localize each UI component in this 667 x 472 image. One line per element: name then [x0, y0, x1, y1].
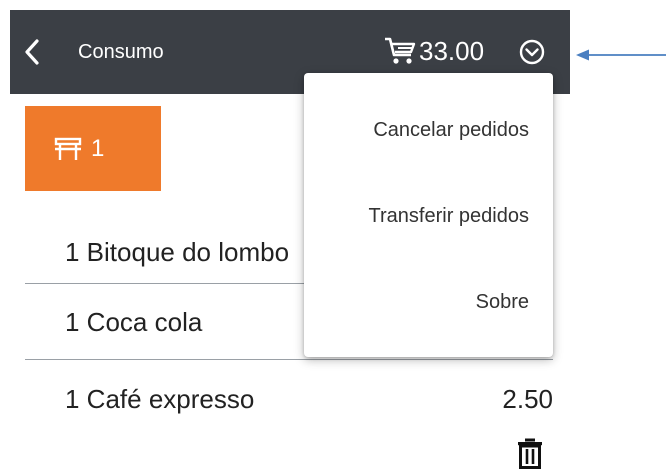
menu-toggle-icon[interactable] [518, 38, 546, 66]
annotation-arrow-icon [576, 49, 666, 61]
cart-total: 33.00 [419, 35, 485, 66]
order-item[interactable]: 1 Café expresso 2.50 [25, 362, 553, 422]
overflow-menu: Cancelar pedidos Transferir pedidos Sobr… [304, 73, 553, 357]
table-icon [54, 137, 82, 160]
menu-item-cancelar-pedidos[interactable]: Cancelar pedidos [373, 119, 529, 142]
table-number: 1 [91, 134, 105, 162]
cart-button[interactable]: 33.00 [383, 34, 484, 68]
order-item-price: 2.50 [502, 384, 553, 414]
cart-icon [385, 37, 416, 64]
page-title: Consumo [78, 41, 164, 63]
order-item-name: 1 Bitoque do lombo [65, 237, 290, 267]
back-icon[interactable] [22, 37, 42, 67]
order-item-name: 1 Café expresso [65, 384, 255, 414]
menu-item-transferir-pedidos[interactable]: Transferir pedidos [369, 205, 529, 228]
menu-item-sobre[interactable]: Sobre [476, 291, 529, 314]
table-badge[interactable]: 1 [25, 106, 161, 191]
trash-icon[interactable] [515, 437, 545, 469]
order-item-name: 1 Coca cola [65, 307, 203, 337]
